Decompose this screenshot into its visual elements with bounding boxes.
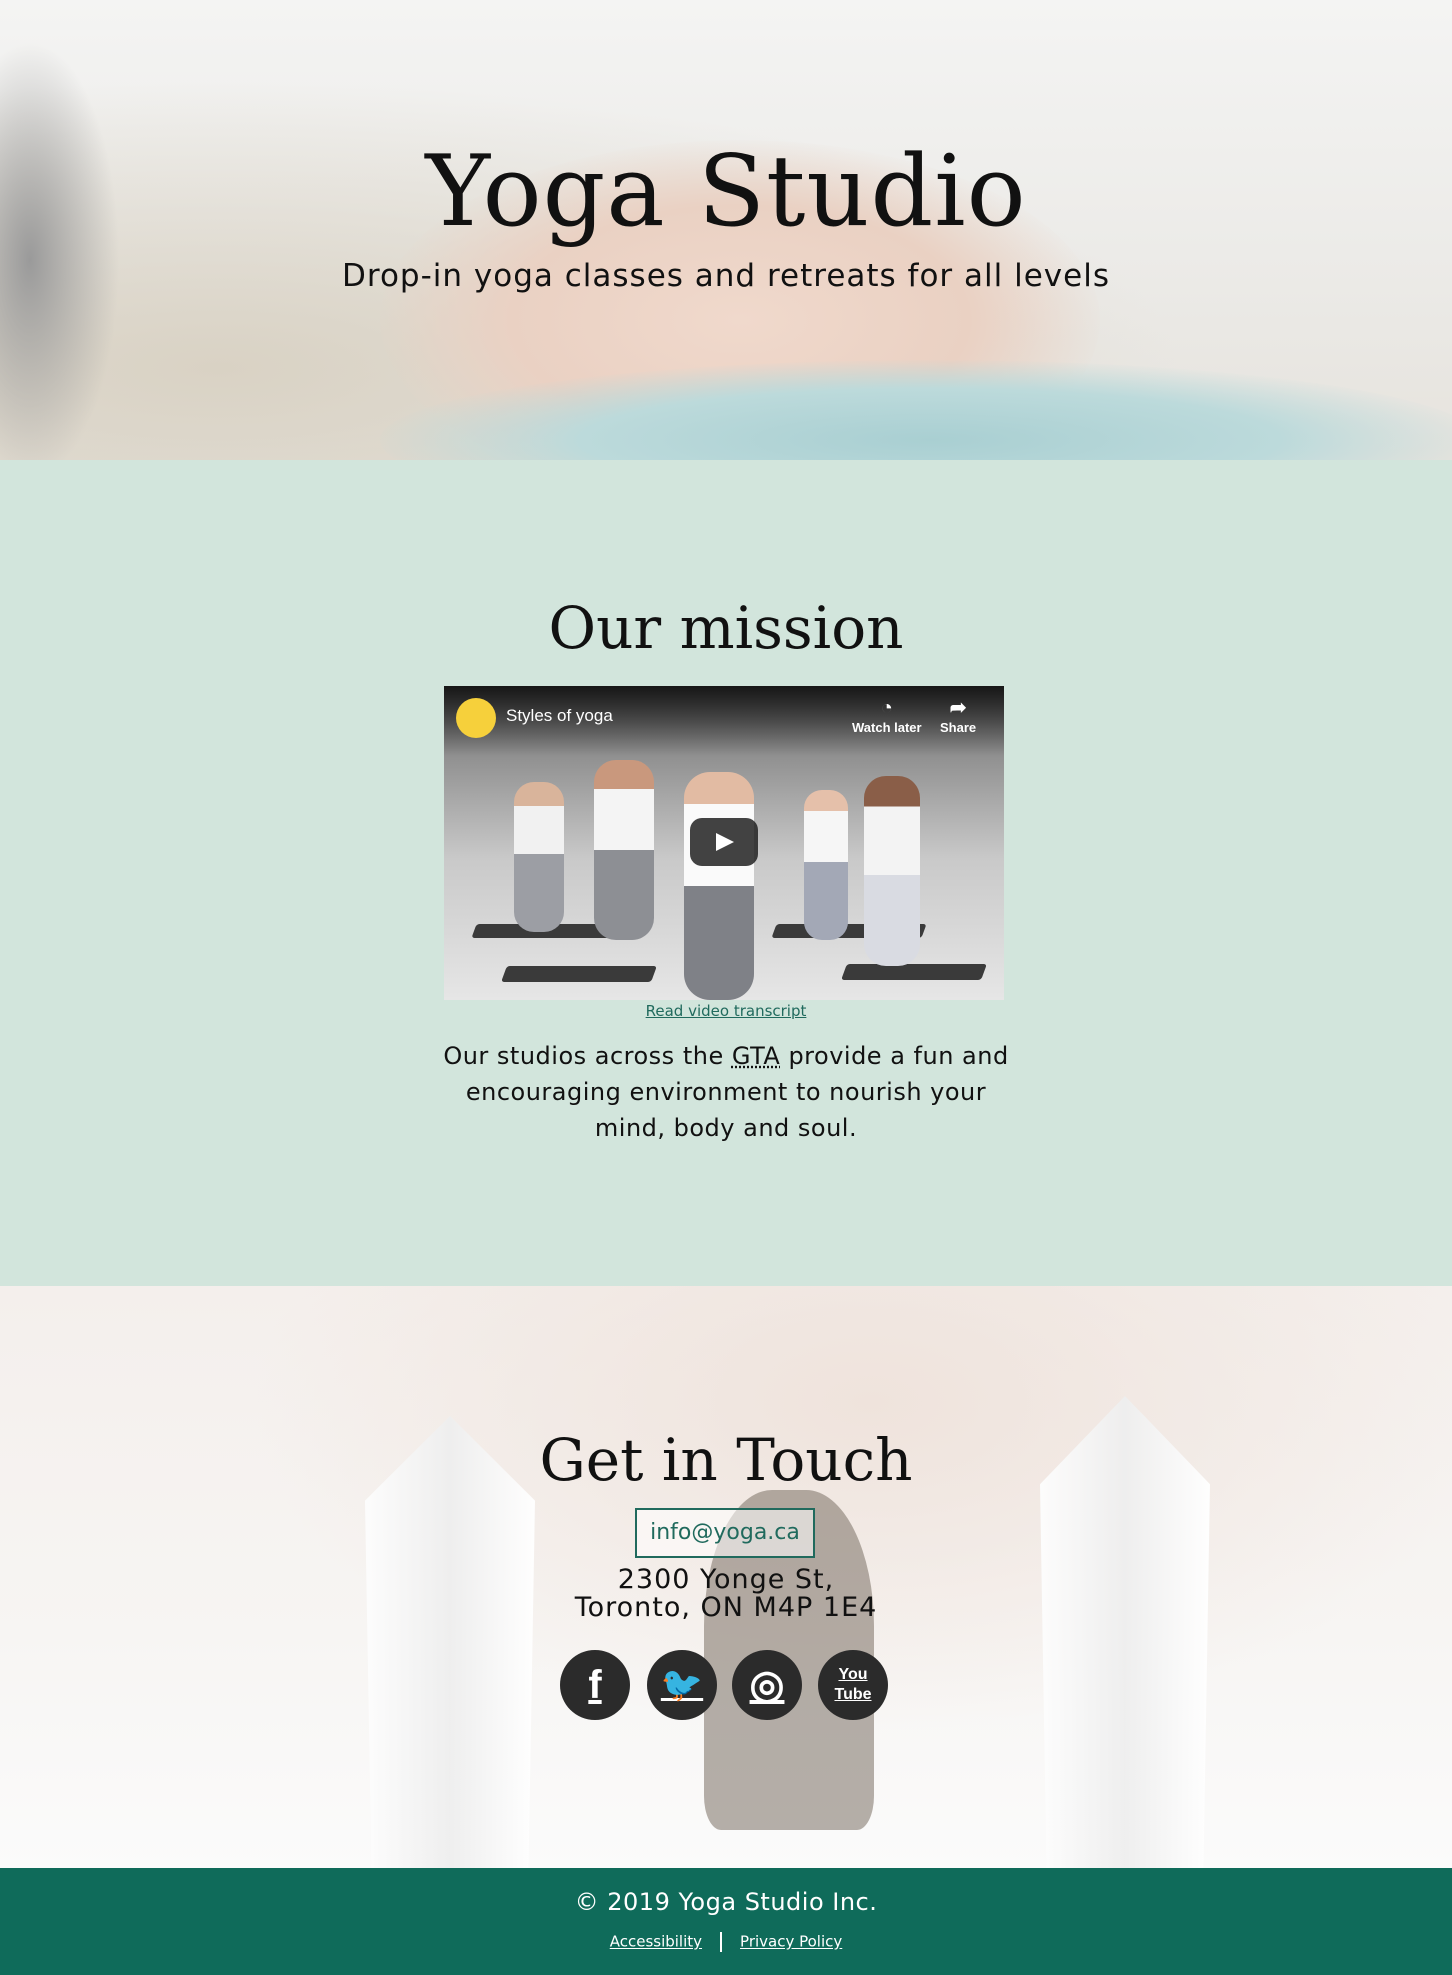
twitter-icon[interactable]: 🐦 (647, 1650, 717, 1720)
mission-heading: Our mission (548, 594, 904, 662)
mission-section: Our mission Styles of yoga ◔ Watch later… (0, 460, 1452, 1286)
video-player[interactable]: Styles of yoga ◔ Watch later ➦ Share (444, 686, 1004, 1000)
video-thumbnail-mat (841, 964, 987, 980)
video-title[interactable]: Styles of yoga (506, 706, 613, 726)
address-line: 2300 Yonge St, (617, 1564, 835, 1595)
mission-text: Our studios across the GTA provide a fun… (436, 1038, 1016, 1146)
share-label: Share (940, 720, 977, 735)
youtube-icon[interactable]: You Tube (818, 1650, 888, 1720)
footer-links: Accessibility Privacy Policy (0, 1932, 1452, 1952)
watch-later-label: Watch later (852, 720, 922, 735)
footer-divider (720, 1932, 723, 1952)
instagram-icon[interactable]: ◎ (732, 1650, 802, 1720)
address: 2300 Yonge St, Toronto, ON M4P 1E4 (0, 1566, 1452, 1622)
site-title: Yoga Studio (425, 135, 1027, 249)
watch-later-button[interactable]: ◔ Watch later (852, 696, 922, 735)
clock-icon: ◔ (880, 697, 893, 719)
privacy-policy-link[interactable]: Privacy Policy (740, 1933, 842, 1951)
video-transcript-link[interactable]: Read video transcript (0, 1002, 1452, 1020)
site-tagline: Drop-in yoga classes and retreats for al… (342, 258, 1110, 294)
contact-section: Get in Touch info@yoga.ca 2300 Yonge St,… (0, 1286, 1452, 1868)
channel-logo-icon[interactable] (456, 698, 496, 738)
email-link[interactable]: info@yoga.ca (635, 1508, 815, 1558)
play-button[interactable] (690, 818, 758, 866)
video-thumbnail-person (864, 776, 920, 966)
accessibility-link[interactable]: Accessibility (610, 1933, 702, 1951)
hero-section: Yoga Studio Drop-in yoga classes and ret… (0, 0, 1452, 460)
address-line: Toronto, ON M4P 1E4 (574, 1592, 878, 1623)
mission-text-part: Our studios across the (443, 1042, 732, 1070)
video-thumbnail-person (514, 782, 564, 932)
facebook-icon[interactable]: f (560, 1650, 630, 1720)
share-button[interactable]: ➦ Share (940, 696, 976, 735)
contact-heading: Get in Touch (539, 1426, 913, 1494)
video-thumbnail-mat (501, 966, 657, 982)
copyright-text: © 2019 Yoga Studio Inc. (574, 1888, 878, 1916)
video-thumbnail-person (804, 790, 848, 940)
site-footer: © 2019 Yoga Studio Inc. Accessibility Pri… (0, 1868, 1452, 1975)
video-thumbnail-person (684, 772, 754, 1000)
share-icon: ➦ (949, 697, 967, 719)
video-thumbnail-person (594, 760, 654, 940)
gta-abbreviation[interactable]: GTA (732, 1042, 780, 1070)
